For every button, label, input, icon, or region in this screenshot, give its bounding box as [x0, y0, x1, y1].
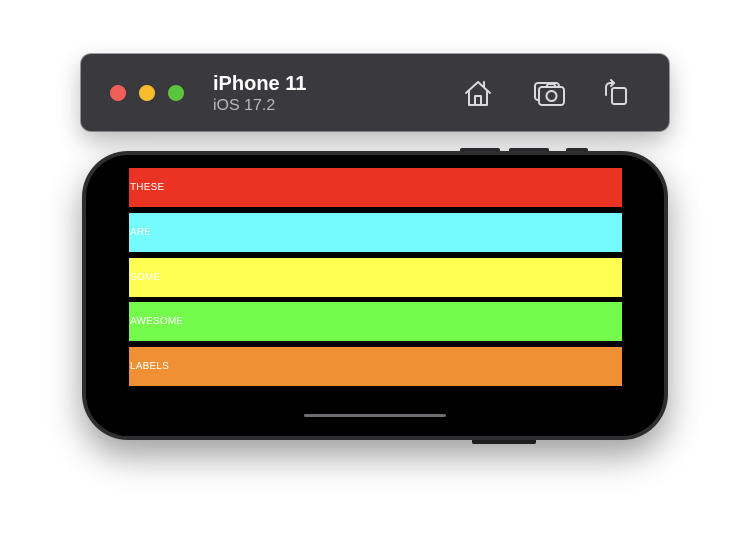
device-name: iPhone 11: [213, 73, 307, 95]
label-row: AWESOME: [129, 302, 622, 341]
home-icon: [465, 81, 491, 106]
label-text: THESE: [130, 181, 165, 193]
home-indicator[interactable]: [304, 414, 446, 417]
label-text: ARE: [130, 226, 152, 238]
device-frame: THESE ARE SOME AWESOME LABELS: [82, 151, 668, 440]
os-version: iOS 17.2: [213, 97, 276, 114]
zoom-window-button[interactable]: [168, 85, 184, 101]
close-window-button[interactable]: [110, 85, 126, 101]
screenshot-button[interactable]: [531, 75, 567, 111]
camera-icon: [534, 82, 565, 106]
label-text: SOME: [130, 271, 161, 283]
rotate-button[interactable]: [598, 75, 634, 111]
rotate-icon: [605, 79, 627, 105]
label-text: LABELS: [130, 360, 170, 372]
device-screen[interactable]: THESE ARE SOME AWESOME LABELS: [82, 151, 668, 440]
label-text: AWESOME: [130, 315, 184, 327]
minimize-window-button[interactable]: [139, 85, 155, 101]
label-row: LABELS: [129, 347, 622, 386]
home-button[interactable]: [460, 75, 496, 111]
label-row: ARE: [129, 213, 622, 252]
label-row: SOME: [129, 258, 622, 297]
label-row: THESE: [129, 168, 622, 207]
simulator-toolbar: iPhone 11 iOS 17.2: [81, 54, 669, 131]
simulator-stage: iPhone 11 iOS 17.2 THESE ARE SOME AWESOM…: [0, 0, 750, 555]
